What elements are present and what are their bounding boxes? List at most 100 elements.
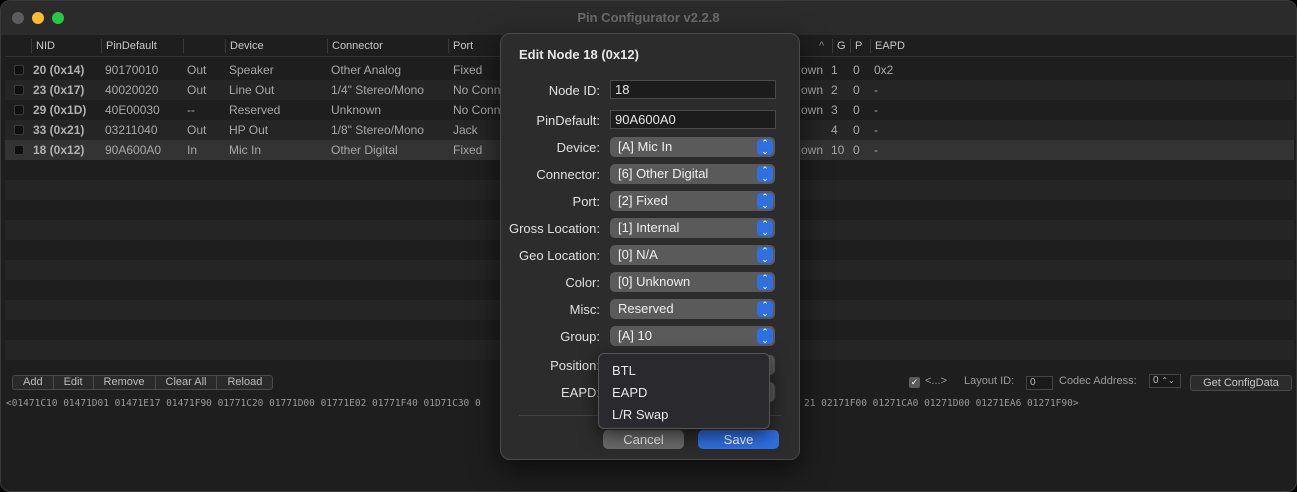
get-configdata-button[interactable]: Get ConfigData: [1190, 375, 1292, 391]
clear-all-button[interactable]: Clear All: [156, 376, 218, 389]
swap-checkbox[interactable]: ✓: [909, 377, 920, 388]
window-title: Pin Configurator v2.2.8: [577, 10, 720, 25]
port-select[interactable]: [2] Fixed ⌃ ⌄: [610, 191, 775, 211]
cell-eapd: -: [874, 143, 878, 157]
layout-id-label: Layout ID:: [964, 375, 1015, 387]
reload-button[interactable]: Reload: [217, 376, 272, 389]
swap-label: <...>: [925, 375, 948, 387]
cell-p: 0: [853, 63, 860, 77]
stepper-arrows-icon: ⌃⌄: [1161, 376, 1175, 385]
node-id-row: Node ID: 18: [501, 80, 801, 100]
dialog-title: Edit Node 18 (0x12): [519, 47, 639, 62]
group-row: Group: [A] 10 ⌃ ⌄: [501, 326, 801, 346]
misc-value: Reserved: [618, 301, 674, 316]
cell-port: Fixed: [453, 143, 483, 157]
codec-address-value: 0: [1153, 375, 1159, 386]
cell-location: own: [801, 103, 824, 117]
menu-item-lr-swap[interactable]: L/R Swap: [612, 407, 668, 422]
layout-id-field[interactable]: 0: [1026, 376, 1053, 390]
device-row: Device: [A] Mic In ⌃ ⌄: [501, 137, 801, 157]
cell-p: 0: [853, 103, 860, 117]
popup-arrows-icon: ⌃ ⌄: [757, 301, 773, 318]
geo-location-label: Geo Location:: [519, 248, 600, 263]
menu-item-btl[interactable]: BTL: [612, 363, 636, 378]
cell-nid: 18 (0x12): [33, 143, 85, 157]
save-button[interactable]: Save: [698, 430, 779, 449]
row-checkbox[interactable]: [14, 65, 24, 75]
cell-port: Jack: [453, 123, 478, 137]
add-button[interactable]: Add: [13, 376, 54, 389]
popup-arrows-icon: ⌃ ⌄: [757, 247, 773, 264]
cell-p: 0: [853, 123, 860, 137]
connector-row: Connector: [6] Other Digital ⌃ ⌄: [501, 164, 801, 184]
pindefault-row: PinDefault: 90A600A0: [501, 110, 801, 130]
node-id-field[interactable]: 18: [610, 80, 776, 99]
cell-eapd: -: [874, 123, 878, 137]
node-id-label: Node ID:: [548, 83, 600, 98]
edit-button[interactable]: Edit: [54, 376, 94, 389]
column-eapd[interactable]: EAPD: [870, 39, 920, 53]
cell-eapd: 0x2: [874, 63, 894, 77]
column-pindefault[interactable]: PinDefault: [101, 39, 157, 53]
geo-location-row: Geo Location: [0] N/A ⌃ ⌄: [501, 245, 801, 265]
column-p[interactable]: P: [850, 39, 862, 53]
codec-address-stepper[interactable]: 0 ⌃⌄: [1149, 374, 1181, 388]
cell-port: Fixed: [453, 63, 483, 77]
column-port[interactable]: Port: [448, 39, 473, 53]
device-select[interactable]: [A] Mic In ⌃ ⌄: [610, 137, 775, 157]
cell-nid: 29 (0x1D): [33, 103, 87, 117]
cell-connector: 1/8" Stereo/Mono: [331, 123, 424, 137]
cell-eapd: -: [874, 83, 878, 97]
group-label: Group:: [560, 329, 600, 344]
cell-g: 1: [831, 63, 838, 77]
eapd-dropdown-menu: BTL EAPD L/R Swap: [598, 353, 770, 429]
gross-location-value: [1] Internal: [618, 220, 680, 235]
color-select[interactable]: [0] Unknown ⌃ ⌄: [610, 272, 775, 292]
gross-location-select[interactable]: [1] Internal ⌃ ⌄: [610, 218, 775, 238]
cell-pindefault: 40E00030: [105, 103, 160, 117]
config-data-text-right: 21 02171F00 01271CA0 01271D00 01271EA6 0…: [804, 398, 1079, 409]
cell-nid: 33 (0x21): [33, 123, 85, 137]
column-direction[interactable]: [183, 39, 223, 53]
column-connector[interactable]: Connector: [327, 39, 383, 53]
cell-connector: Other Digital: [331, 143, 398, 157]
cell-connector: 1/4" Stereo/Mono: [331, 83, 424, 97]
column-g[interactable]: G: [832, 39, 846, 53]
cell-nid: 20 (0x14): [33, 63, 85, 77]
row-checkbox[interactable]: [14, 85, 24, 95]
cell-nid: 23 (0x17): [33, 83, 85, 97]
row-checkbox[interactable]: [14, 145, 24, 155]
cell-location: own: [801, 63, 824, 77]
color-label: Color:: [565, 275, 600, 290]
row-checkbox[interactable]: [14, 105, 24, 115]
column-device[interactable]: Device: [225, 39, 264, 53]
cell-direction: Out: [187, 63, 207, 77]
pindefault-field[interactable]: 90A600A0: [610, 110, 776, 129]
popup-arrows-icon: ⌃ ⌄: [757, 193, 773, 210]
misc-select[interactable]: Reserved ⌃ ⌄: [610, 299, 775, 319]
cell-direction: Out: [187, 123, 207, 137]
column-nid[interactable]: NID: [31, 39, 55, 53]
cell-connector: Unknown: [331, 103, 382, 117]
color-row: Color: [0] Unknown ⌃ ⌄: [501, 272, 801, 292]
cell-pindefault: 40020020: [105, 83, 159, 97]
menu-item-eapd[interactable]: EAPD: [612, 385, 647, 400]
group-select[interactable]: [A] 10 ⌃ ⌄: [610, 326, 775, 346]
cell-eapd: -: [874, 103, 878, 117]
cell-device: HP Out: [229, 123, 269, 137]
misc-label: Misc:: [569, 302, 600, 317]
cancel-button[interactable]: Cancel: [603, 430, 684, 449]
connector-select[interactable]: [6] Other Digital ⌃ ⌄: [610, 164, 775, 184]
remove-button[interactable]: Remove: [94, 376, 156, 389]
cell-pindefault: 90170010: [105, 63, 159, 77]
codec-address-label: Codec Address:: [1059, 375, 1137, 387]
cell-device: Reserved: [229, 103, 281, 117]
geo-location-value: [0] N/A: [618, 247, 658, 262]
row-checkbox[interactable]: [14, 125, 24, 135]
popup-arrows-icon: ⌃ ⌄: [757, 328, 773, 345]
config-data-text-left: <01471C10 01471D01 01471E17 01471F90 017…: [6, 398, 481, 409]
group-value: [A] 10: [618, 328, 652, 343]
misc-row: Misc: Reserved ⌃ ⌄: [501, 299, 801, 319]
color-value: [0] Unknown: [618, 274, 691, 289]
geo-location-select[interactable]: [0] N/A ⌃ ⌄: [610, 245, 775, 265]
